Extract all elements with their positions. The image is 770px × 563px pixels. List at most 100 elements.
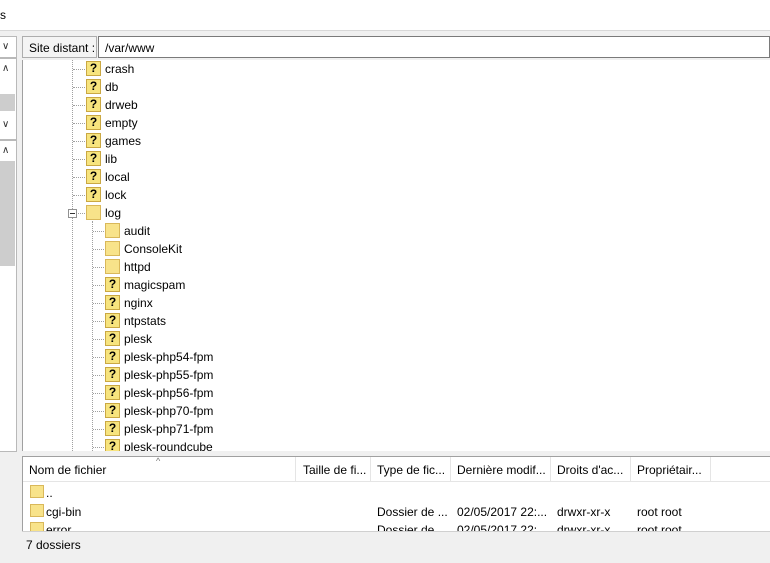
unknown-folder-icon: ? [86,79,101,94]
tree-guide-line [73,195,85,196]
remote-file-list[interactable]: ^ Nom de fichier Taille de fi... Type de… [22,456,770,532]
tree-guide-line [93,231,104,232]
folder-icon [105,259,120,274]
file-modified: 02/05/2017 22:... [457,505,548,519]
unknown-folder-icon: ? [105,439,120,451]
unknown-folder-icon: ? [86,187,101,202]
tree-node-label: lib [105,152,118,166]
tree-node-label: local [105,170,130,184]
tree-guide-line [93,393,104,394]
unknown-folder-icon: ? [105,421,120,436]
unknown-folder-icon: ? [86,169,101,184]
tree-node-label: db [105,80,119,94]
unknown-folder-icon: ? [105,295,120,310]
status-text: 7 dossiers [26,538,81,552]
local-list-scrollbar[interactable]: ∧ [0,140,17,452]
tree-node-label: ntpstats [124,314,167,328]
local-path-dropdown[interactable]: ∨ [0,36,17,58]
file-type: Dossier de ... [377,505,448,519]
unknown-folder-icon: ? [86,97,101,112]
scroll-thumb[interactable] [0,161,15,266]
unknown-folder-icon: ? [105,331,120,346]
title-strip: s [0,0,770,30]
unknown-folder-icon: ? [105,367,120,382]
column-type[interactable]: Type de fic... [371,457,451,481]
tree-guide-line [93,285,104,286]
scroll-up-icon[interactable]: ∧ [2,63,9,74]
column-name[interactable]: Nom de fichier [23,457,296,481]
tree-node-label: ConsoleKit [124,242,183,256]
tree-node-label: lock [105,188,127,202]
file-list-header: ^ Nom de fichier Taille de fi... Type de… [23,457,770,482]
folder-icon [30,485,44,498]
unknown-folder-icon: ? [105,313,120,328]
folder-icon [30,504,44,517]
tree-guide-line [73,105,85,106]
tree-guide-line [93,267,104,268]
status-bar: 7 dossiers [22,531,770,557]
tree-node-label: plesk-php56-fpm [124,386,214,400]
tree-guide-line [73,141,85,142]
tree-node-label: plesk-php70-fpm [124,404,214,418]
remote-site-label: Site distant : [22,36,97,58]
scroll-down-icon[interactable]: ∨ [2,119,9,130]
tree-guide-line [93,303,104,304]
file-owner: root root [637,505,682,519]
file-row[interactable]: cgi-bin Dossier de ... 02/05/2017 22:...… [23,502,770,522]
tree-guide-line [73,177,85,178]
bottom-strip [0,556,770,563]
tree-guide-line [73,159,85,160]
tree-node-label: magicspam [124,278,186,292]
folder-icon [86,205,101,220]
tree-guide-line [93,447,104,448]
tree-node-label: nginx [124,296,153,310]
folder-icon [105,223,120,238]
unknown-folder-icon: ? [86,115,101,130]
tree-node-label: httpd [124,260,151,274]
tree-node-label: plesk [124,332,153,346]
chevron-down-icon: ∨ [2,41,10,52]
tree-guide-line [93,411,104,412]
column-permissions[interactable]: Droits d'ac... [551,457,631,481]
tree-guide-line [93,357,104,358]
tree-guide-line [93,429,104,430]
unknown-folder-icon: ? [86,133,101,148]
tree-node-label: plesk-php55-fpm [124,368,214,382]
collapse-icon[interactable] [68,209,77,218]
scroll-up-icon[interactable]: ∧ [2,145,9,156]
tree-guide-line [93,249,104,250]
tree-node-label: plesk-roundcube [124,440,213,451]
remote-directory-tree[interactable]: ? crash? db? drweb? empty? games? lib? local? lo… [22,60,770,451]
file-permissions: drwxr-xr-x [557,505,611,519]
remote-path-input[interactable]: /var/www [98,36,770,58]
column-size[interactable]: Taille de fi... [297,457,371,481]
tree-guide-line [92,221,93,451]
tree-node-label: log [105,206,122,220]
divider [0,30,770,31]
unknown-folder-icon: ? [105,349,120,364]
scroll-thumb[interactable] [0,94,15,111]
tree-node-label: drweb [105,98,138,112]
column-modified[interactable]: Dernière modif... [451,457,551,481]
tree-guide-line [73,123,85,124]
file-name: .. [46,486,53,500]
unknown-folder-icon: ? [105,385,120,400]
local-tree-scrollbar[interactable]: ∧ ∨ [0,58,17,140]
tree-guide-line [73,69,85,70]
unknown-folder-icon: ? [105,403,120,418]
window-title-fragment: s [0,8,6,22]
tree-guide-line [72,60,73,451]
unknown-folder-icon: ? [86,151,101,166]
file-row[interactable]: .. [23,483,770,503]
file-name: cgi-bin [46,505,82,519]
tree-node-label: crash [105,62,135,76]
tree-node-label: plesk-php71-fpm [124,422,214,436]
tree-guide-line [93,339,104,340]
unknown-folder-icon: ? [105,277,120,292]
remote-site-bar: Site distant : /var/www [22,36,770,58]
column-owner[interactable]: Propriétair... [631,457,711,481]
tree-guide-line [93,375,104,376]
folder-icon [105,241,120,256]
tree-node-label: games [105,134,142,148]
tree-guide-line [73,87,85,88]
